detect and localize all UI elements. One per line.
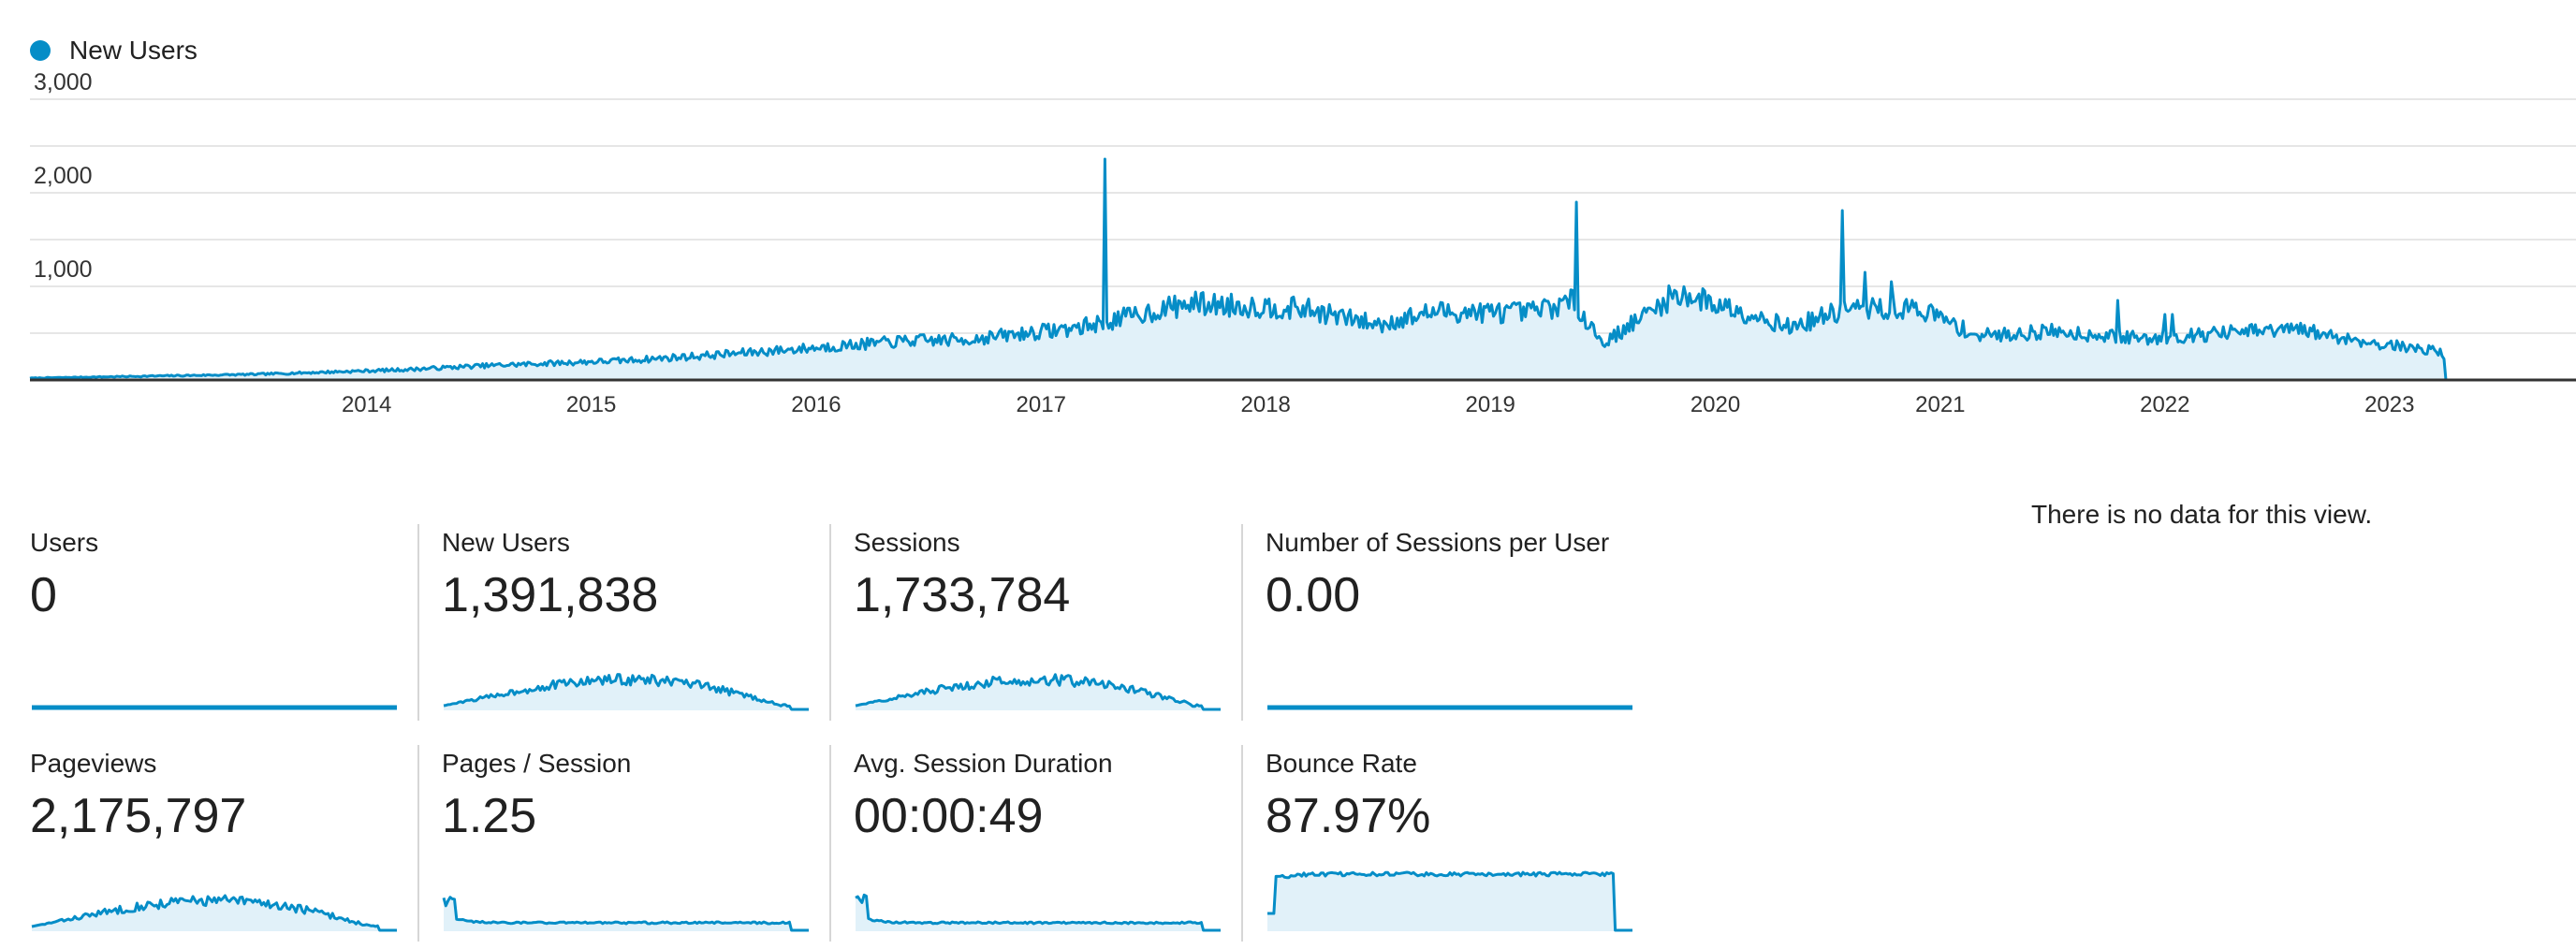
y-tick-label: 1,000 xyxy=(34,256,93,283)
metric-label: Bounce Rate xyxy=(1266,749,1417,778)
metric-pageviews[interactable]: Pageviews 2,175,797 xyxy=(30,745,423,942)
metric-pages-per-session[interactable]: Pages / Session 1.25 xyxy=(417,745,811,942)
metric-value: 87.97% xyxy=(1266,789,1431,843)
sparkline-pageviews xyxy=(31,894,397,932)
metric-label: Sessions xyxy=(854,528,960,557)
x-tick-label: 2017 xyxy=(1017,392,1066,417)
y-tick-label: 3,000 xyxy=(34,69,93,95)
metric-label: New Users xyxy=(442,528,570,557)
metrics-grid: Users 0 New Users 1,391,838 Sessions 1,7… xyxy=(0,524,1666,942)
metric-sessions-per-user[interactable]: Number of Sessions per User 0.00 xyxy=(1241,524,1634,721)
metric-avg-session-duration[interactable]: Avg. Session Duration 00:00:49 xyxy=(829,745,1222,942)
metric-value: 1.25 xyxy=(442,789,537,843)
x-tick-label: 2015 xyxy=(566,392,616,417)
metric-new-users[interactable]: New Users 1,391,838 xyxy=(417,524,811,721)
metric-label: Pageviews xyxy=(30,749,157,778)
metric-value: 0 xyxy=(30,568,57,622)
x-tick-label: 2020 xyxy=(1690,392,1740,417)
sparkline-sessions xyxy=(855,673,1221,711)
metric-label: Number of Sessions per User xyxy=(1266,528,1610,557)
x-tick-label: 2022 xyxy=(2140,392,2189,417)
x-tick-label: 2014 xyxy=(342,392,391,417)
metric-sessions[interactable]: Sessions 1,733,784 xyxy=(829,524,1222,721)
x-tick-label: 2018 xyxy=(1241,392,1291,417)
sparkline-bounce-rate xyxy=(1267,870,1632,932)
metric-label: Pages / Session xyxy=(442,749,632,778)
sparkline-sessions-per-user xyxy=(1266,705,1633,710)
metric-value: 0.00 xyxy=(1266,568,1361,622)
sparkline-users xyxy=(31,705,398,710)
metric-value: 00:00:49 xyxy=(854,789,1044,843)
sparkline-pages-per-session xyxy=(442,896,809,932)
metric-users[interactable]: Users 0 xyxy=(30,524,423,721)
x-tick-label: 2019 xyxy=(1466,392,1515,417)
sparkline-area xyxy=(444,897,809,931)
y-tick-label: 2,000 xyxy=(34,163,93,189)
x-tick-label: 2021 xyxy=(1915,392,1965,417)
x-tick-label: 2016 xyxy=(791,392,841,417)
sparkline-area xyxy=(1267,872,1632,931)
metric-bounce-rate[interactable]: Bounce Rate 87.97% xyxy=(1241,745,1634,942)
no-data-message: There is no data for this view. xyxy=(2031,500,2373,529)
x-tick-label: 2023 xyxy=(2364,392,2414,417)
sparkline-avg-session-duration xyxy=(855,893,1221,932)
metric-value: 1,733,784 xyxy=(854,568,1071,622)
metric-value: 1,391,838 xyxy=(442,568,659,622)
metric-label: Users xyxy=(30,528,99,557)
metric-label: Avg. Session Duration xyxy=(854,749,1113,778)
metric-value: 2,175,797 xyxy=(30,789,247,843)
sparkline-new-users xyxy=(443,673,809,711)
sparkline-area xyxy=(444,674,809,710)
main-chart-plot: 1,000 2,000 3,000 2014 2015 2016 2017 2018 2019 2… xyxy=(29,69,2576,417)
sparkline-area xyxy=(856,895,1221,931)
